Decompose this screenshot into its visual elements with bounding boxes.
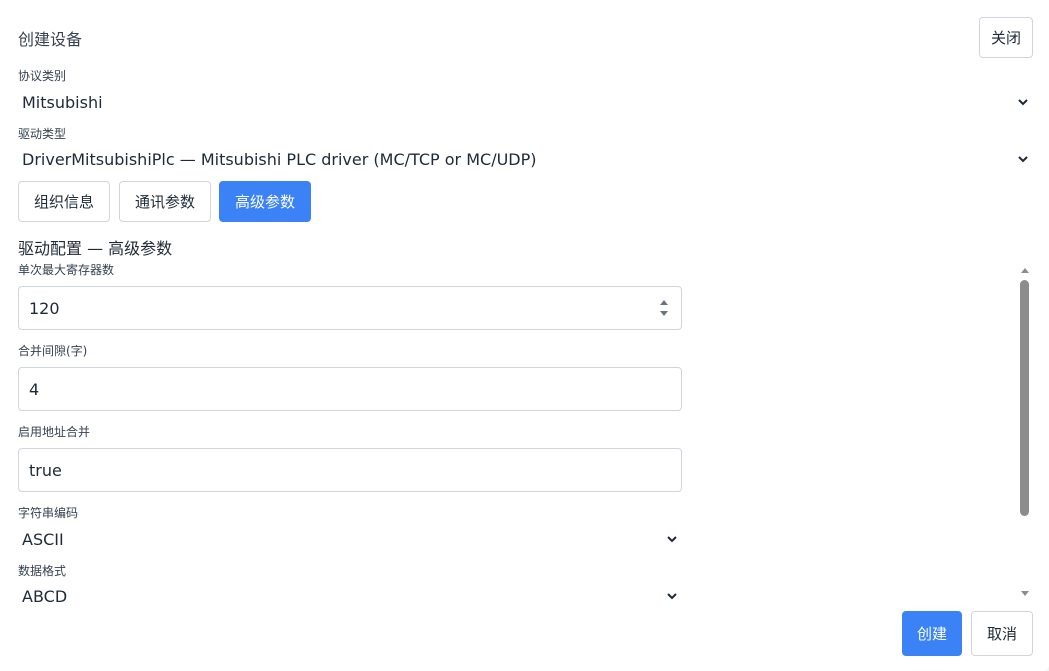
- tab-organization-info[interactable]: 组织信息: [18, 181, 110, 222]
- create-button[interactable]: 创建: [902, 611, 962, 656]
- tab-advanced-params[interactable]: 高级参数: [219, 181, 311, 222]
- string-encoding-value: ASCII: [22, 529, 64, 549]
- enable-merge-input[interactable]: true: [18, 448, 682, 492]
- create-device-dialog: 创建设备 关闭 协议类别 Mitsubishi 驱动类型 DriverMitsu…: [0, 0, 1049, 671]
- spinner-arrows-icon[interactable]: [659, 297, 669, 319]
- tab-communication-params[interactable]: 通讯参数: [119, 181, 211, 222]
- chevron-down-icon: [667, 536, 677, 543]
- driver-select[interactable]: DriverMitsubishiPlc — Mitsubishi PLC dri…: [18, 146, 1033, 172]
- scroll-down-arrow-icon[interactable]: [1020, 590, 1030, 598]
- merge-gap-label: 合并间隙(字): [18, 344, 88, 358]
- dialog-title: 创建设备: [18, 30, 83, 49]
- vertical-scrollbar[interactable]: [1017, 262, 1033, 602]
- section-title: 驱动配置 — 高级参数: [18, 239, 173, 258]
- protocol-select-value: Mitsubishi: [22, 92, 103, 112]
- chevron-down-icon: [1018, 156, 1028, 163]
- data-format-value: ABCD: [22, 586, 68, 603]
- scrollbar-thumb[interactable]: [1020, 280, 1029, 516]
- max-registers-label: 单次最大寄存器数: [18, 263, 115, 277]
- merge-gap-input[interactable]: 4: [18, 367, 682, 411]
- data-format-label: 数据格式: [18, 564, 67, 578]
- driver-label: 驱动类型: [18, 127, 67, 141]
- data-format-select[interactable]: ABCD: [18, 583, 682, 602]
- cancel-button[interactable]: 取消: [971, 611, 1033, 656]
- enable-merge-value: true: [29, 460, 62, 480]
- advanced-params-scroll-area: 单次最大寄存器数 120 合并间隙(字) 4 启用地址合并 true 字符串编码…: [0, 260, 1049, 602]
- string-encoding-select[interactable]: ASCII: [18, 526, 682, 552]
- max-registers-value: 120: [29, 298, 60, 318]
- chevron-down-icon: [667, 593, 677, 600]
- protocol-select[interactable]: Mitsubishi: [18, 89, 1033, 115]
- enable-merge-label: 启用地址合并: [18, 425, 91, 439]
- close-button[interactable]: 关闭: [979, 17, 1033, 58]
- string-encoding-label: 字符串编码: [18, 506, 79, 520]
- max-registers-input[interactable]: 120: [18, 286, 682, 330]
- driver-select-value: DriverMitsubishiPlc — Mitsubishi PLC dri…: [22, 149, 537, 169]
- merge-gap-value: 4: [29, 379, 40, 399]
- scroll-up-arrow-icon[interactable]: [1020, 266, 1030, 274]
- protocol-label: 协议类别: [18, 69, 67, 83]
- chevron-down-icon: [1018, 99, 1028, 106]
